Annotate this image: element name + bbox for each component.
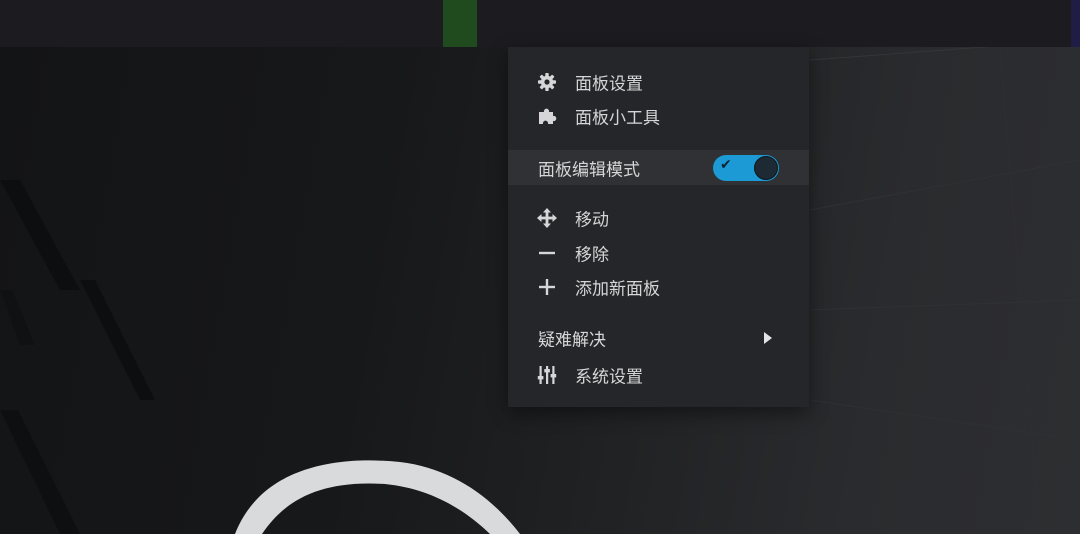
top-panel bbox=[0, 0, 1080, 47]
menu-item-label: 疑难解决 bbox=[538, 330, 606, 351]
gear-icon bbox=[536, 71, 558, 93]
puzzle-icon bbox=[536, 105, 558, 127]
menu-item-label: 面板小工具 bbox=[575, 108, 660, 129]
submenu-arrow-icon bbox=[764, 332, 772, 344]
edit-mode-toggle[interactable]: ✔ bbox=[713, 154, 779, 181]
menu-item-label: 移动 bbox=[575, 210, 609, 231]
menu-item-panel-widgets[interactable]: 面板小工具 bbox=[508, 99, 809, 133]
wallpaper-line bbox=[999, 49, 1041, 534]
toggle-knob bbox=[754, 155, 778, 180]
menu-item-troubleshoot[interactable]: 疑难解决 bbox=[508, 321, 809, 355]
menu-item-move[interactable]: 移动 bbox=[508, 201, 809, 235]
move-arrows-icon bbox=[536, 207, 558, 229]
panel-context-menu: 面板设置 面板小工具 面板编辑模式 ✔ 移动 移除 添加新面板 疑难解决 系统设… bbox=[508, 47, 809, 407]
menu-item-label: 面板设置 bbox=[575, 74, 643, 95]
wallpaper-stripe bbox=[0, 290, 35, 345]
menu-item-label: 系统设置 bbox=[575, 367, 643, 388]
check-icon: ✔ bbox=[720, 156, 732, 173]
sliders-icon bbox=[536, 364, 558, 386]
menu-item-add-panel[interactable]: 添加新面板 bbox=[508, 270, 809, 304]
minus-icon bbox=[536, 242, 558, 264]
menu-item-label: 添加新面板 bbox=[575, 279, 660, 300]
menu-item-label: 移除 bbox=[575, 245, 609, 266]
wallpaper-stripe bbox=[80, 280, 155, 400]
wallpaper-line bbox=[809, 299, 1080, 311]
menu-item-panel-settings[interactable]: 面板设置 bbox=[508, 65, 809, 99]
topbar-edge bbox=[1071, 0, 1080, 47]
menu-item-remove[interactable]: 移除 bbox=[508, 236, 809, 270]
menu-item-label: 面板编辑模式 bbox=[538, 160, 640, 180]
wallpaper-stripe bbox=[0, 410, 80, 534]
wallpaper-line bbox=[809, 159, 1080, 211]
wallpaper-line bbox=[809, 399, 1080, 441]
wallpaper-stripe bbox=[0, 180, 80, 290]
plus-icon bbox=[536, 276, 558, 298]
topbar-active-tab[interactable] bbox=[443, 0, 477, 47]
wallpaper-ring bbox=[235, 460, 520, 534]
menu-item-system-settings[interactable]: 系统设置 bbox=[508, 358, 809, 392]
menu-item-edit-mode[interactable]: 面板编辑模式 ✔ bbox=[508, 150, 809, 185]
